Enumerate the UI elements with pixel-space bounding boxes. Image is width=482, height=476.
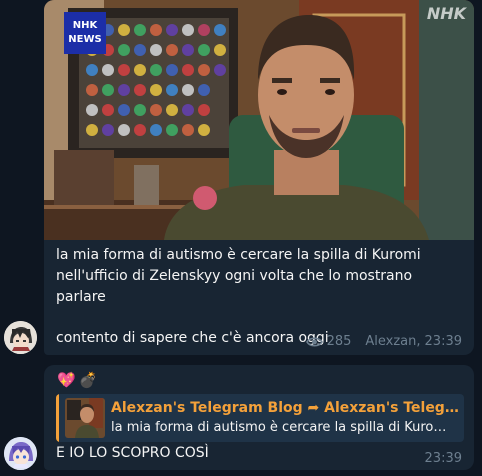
message-line: la mia forma di autismo è cercare la spi… — [56, 247, 421, 263]
reply-preview[interactable]: Alexzan's Telegram Blog ➦ Alexzan's Tele… — [56, 394, 464, 442]
reply-title: Alexzan's Telegram Blog ➦ Alexzan's Tele… — [111, 400, 459, 416]
video-thumbnail[interactable]: NHK NEWS NHK — [44, 0, 474, 240]
views-eye-icon — [305, 336, 323, 347]
message-line-spacer — [56, 308, 466, 328]
video-frame-image — [44, 0, 474, 240]
nhk-corner-text: NHK — [426, 4, 466, 23]
post-author: Alexzan, — [365, 334, 421, 349]
avatar-image — [4, 321, 37, 354]
sender-avatar-1[interactable] — [4, 321, 37, 354]
bomb-icon[interactable]: 💣 — [79, 371, 98, 389]
message-bubble-2: 💖 💣 Alexzan's Telegram Blog ➦ Alexzan's … — [44, 365, 474, 470]
nhk-news-logo: NHK NEWS — [64, 12, 106, 54]
message-bubble-1: NHK NEWS NHK la mia forma di autismo è c… — [44, 0, 474, 355]
nhk-corner-watermark: NHK — [427, 4, 466, 23]
nhk-logo-text: NHK NEWS — [68, 20, 102, 45]
reactions: 💖 💣 — [57, 371, 97, 389]
message-2-text: E IO LO SCOPRO COSÌ — [56, 445, 209, 461]
message-2-time: 23:39 — [424, 451, 462, 466]
kuromi-pin-spot — [193, 186, 217, 210]
reply-thumbnail — [65, 398, 105, 438]
sparkling-heart-icon[interactable]: 💖 — [57, 371, 76, 389]
reply-accent-bar — [56, 394, 59, 442]
sender-avatar-2[interactable] — [4, 437, 37, 470]
reply-thumbnail-image — [65, 398, 105, 438]
avatar-image — [4, 437, 37, 470]
reply-text: la mia forma di autismo è cercare la spi… — [111, 420, 459, 435]
views-count: 285 — [326, 334, 352, 349]
message-1-meta: 285 Alexzan, 23:39 — [305, 334, 462, 349]
message-1-time: 23:39 — [424, 334, 462, 349]
message-line: nell'ufficio di Zelenskyy ogni volta che… — [56, 268, 413, 305]
